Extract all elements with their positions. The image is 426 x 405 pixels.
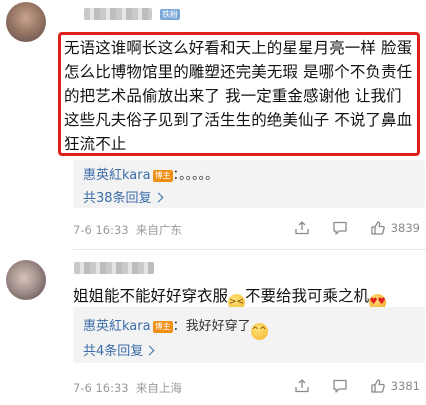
reply-count-label: 共38条回复 <box>83 191 152 206</box>
reply-count-label: 共4条回复 <box>83 344 144 359</box>
sweat-smile-emoji: ^^ <box>250 323 268 340</box>
comment-meta: 7-6 16:33 来自上海 <box>73 380 182 396</box>
comment-icon[interactable] <box>332 220 348 236</box>
author-badge: 博主 <box>152 321 173 333</box>
like-count: 3839 <box>390 221 420 235</box>
author-reply: 惠英紅kara 博主 ：我好好穿了^^ <box>83 315 268 340</box>
like-count: 3381 <box>390 379 420 393</box>
fan-badge: 铁粉 <box>160 9 180 20</box>
reply-username[interactable]: 惠英紅kara <box>83 168 151 183</box>
view-replies-link[interactable]: 共4条回复 <box>83 340 155 359</box>
comment-item: 铁粉 无语这谁啊长这么好看和天上的星星月亮一样 脸蛋怎么比博物馆里的雕塑还完美无… <box>0 0 426 250</box>
avatar[interactable] <box>6 2 46 42</box>
comment-time: 7-6 16:33 <box>73 223 129 237</box>
reply-text: ：。。。。。 <box>172 168 219 183</box>
comment-item: 姐姐能不能好好穿衣服><不要给我可乘之机♥♥ 惠英紅kara 博主 ：我好好穿了^^… <box>0 250 426 405</box>
comment-location: 来自广东 <box>135 223 182 237</box>
comment-text: 无语这谁啊长这么好看和天上的星星月亮一样 脸蛋怎么比博物馆里的雕塑还完美无瑕 是… <box>64 39 413 153</box>
username-blurred[interactable] <box>74 262 154 274</box>
comment-meta: 7-6 16:33 来自广东 <box>73 222 182 238</box>
chevron-right-icon <box>153 192 163 203</box>
share-icon[interactable] <box>294 378 310 394</box>
comment-icon[interactable] <box>332 378 348 394</box>
like-icon[interactable] <box>370 220 386 236</box>
share-icon[interactable] <box>294 220 310 236</box>
reply-panel[interactable]: 惠英紅kara 博主：。。。。。 共38条回复 <box>73 160 425 208</box>
reply-panel[interactable]: 惠英紅kara 博主 ：我好好穿了^^ 共4条回复 <box>73 307 425 363</box>
username-blurred[interactable] <box>84 8 152 20</box>
author-reply: 惠英紅kara 博主：。。。。。 <box>83 164 218 183</box>
reply-username[interactable]: 惠英紅kara <box>83 319 151 334</box>
avatar[interactable] <box>6 260 46 300</box>
chevron-right-icon <box>144 345 155 356</box>
comment-location: 来自上海 <box>135 381 182 395</box>
like-icon[interactable] <box>370 378 386 394</box>
comment-text-part: 不要给我可乘之机 <box>245 287 370 305</box>
comment-actions: 3839 <box>272 220 420 236</box>
comment-time: 7-6 16:33 <box>73 381 129 395</box>
author-badge: 博主 <box>152 170 173 182</box>
reply-text: ：我好好穿了 <box>172 319 251 334</box>
view-replies-link[interactable]: 共38条回复 <box>83 187 163 206</box>
comment-text-part: 姐姐能不能好好穿衣服 <box>73 287 229 305</box>
comment-actions: 3381 <box>272 378 420 394</box>
